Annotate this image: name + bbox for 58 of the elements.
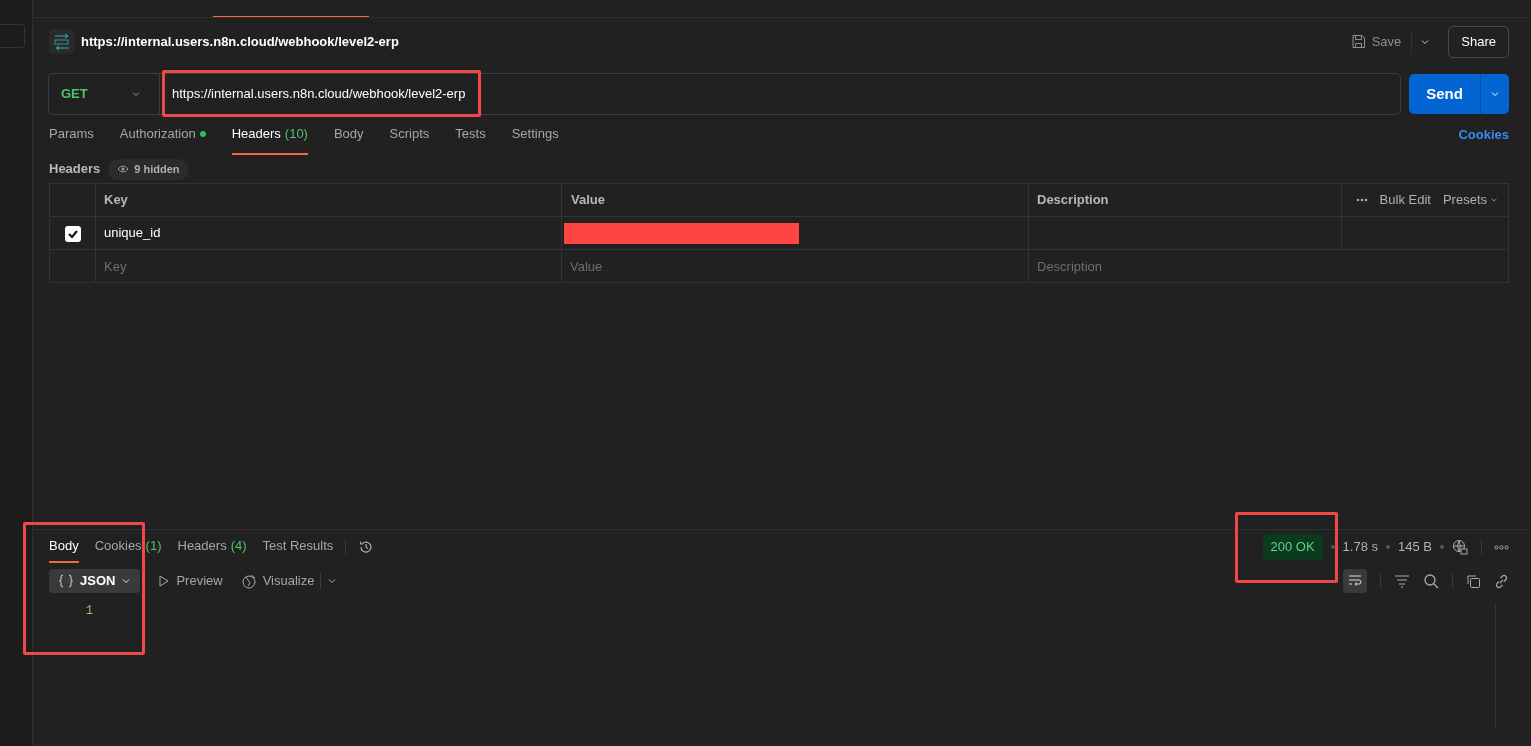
response-tab[interactable]: Body — [49, 531, 79, 563]
url-text: https://internal.users.n8n.cloud/webhook/level2-erp — [172, 86, 466, 102]
hidden-headers-badge[interactable]: 9 hidden — [108, 158, 189, 180]
request-title: https://internal.users.n8n.cloud/webhook/level2-erp — [81, 32, 399, 51]
history-icon[interactable] — [358, 539, 375, 555]
braces-icon — [58, 574, 74, 588]
response-size: 145 B — [1398, 538, 1432, 557]
column-header: Value — [561, 183, 1029, 217]
column-header: Description — [1028, 183, 1342, 217]
response-tab[interactable]: Test Results — [262, 531, 334, 563]
wrap-icon[interactable] — [1343, 569, 1367, 593]
save-icon — [1350, 34, 1366, 49]
request-tab[interactable]: Body — [333, 115, 364, 155]
more-icon[interactable] — [1355, 198, 1368, 202]
link-icon[interactable] — [1494, 573, 1509, 589]
line-number: 1 — [84, 603, 93, 620]
more-icon[interactable] — [1494, 544, 1509, 550]
copy-icon[interactable] — [1466, 573, 1481, 589]
caret-icon — [131, 89, 141, 99]
request-tab[interactable]: Headers (10) — [231, 115, 308, 155]
play-icon — [158, 575, 171, 587]
filter-icon[interactable] — [1394, 574, 1410, 588]
http-icon — [49, 29, 74, 54]
request-tab[interactable]: Settings — [511, 115, 559, 155]
format-dropdown[interactable]: JSON — [49, 569, 141, 593]
caret-icon[interactable] — [327, 576, 338, 586]
status-badge: 200 OK — [1262, 534, 1323, 560]
presets-dropdown[interactable]: Presets — [1442, 190, 1498, 210]
input-field[interactable]: Value — [562, 250, 1028, 282]
format-button[interactable]: Preview — [158, 569, 223, 593]
search-icon[interactable] — [1423, 573, 1439, 589]
visualize-icon — [240, 573, 257, 589]
cookies-link[interactable]: Cookies — [1458, 125, 1509, 145]
section-label: Headers — [49, 160, 101, 179]
share-button[interactable]: Share — [1448, 25, 1509, 58]
url-field[interactable]: https://internal.users.n8n.cloud/webhook/level2-erp — [160, 74, 1400, 114]
input-field[interactable]: Key — [96, 250, 561, 282]
response-tab[interactable]: Cookies (1) — [94, 531, 162, 563]
request-tab[interactable]: Scripts — [389, 115, 430, 155]
request-tab[interactable]: Tests — [455, 115, 486, 155]
send-button[interactable]: Send — [1409, 74, 1509, 114]
caret-icon — [121, 576, 132, 586]
method-dropdown[interactable]: GET — [49, 74, 160, 114]
caret-icon — [1490, 89, 1500, 99]
request-tab[interactable]: Authorization — [119, 115, 206, 155]
header-key: unique_id — [104, 225, 161, 241]
caret-icon — [1490, 196, 1498, 204]
request-tab[interactable]: Params — [49, 115, 94, 155]
checkbox[interactable] — [64, 225, 81, 242]
format-button[interactable]: Visualize — [240, 569, 315, 593]
globe-lock-icon[interactable] — [1452, 538, 1469, 556]
eye-icon — [117, 165, 130, 173]
save-button[interactable]: Save — [1350, 29, 1413, 54]
response-tab[interactable]: Headers (4) — [177, 531, 247, 563]
response-time: 1.78 s — [1342, 538, 1378, 557]
bulk-edit-button[interactable]: Bulk Edit — [1379, 190, 1431, 210]
input-field[interactable]: Description — [1029, 250, 1508, 282]
column-header: Key — [95, 183, 562, 217]
